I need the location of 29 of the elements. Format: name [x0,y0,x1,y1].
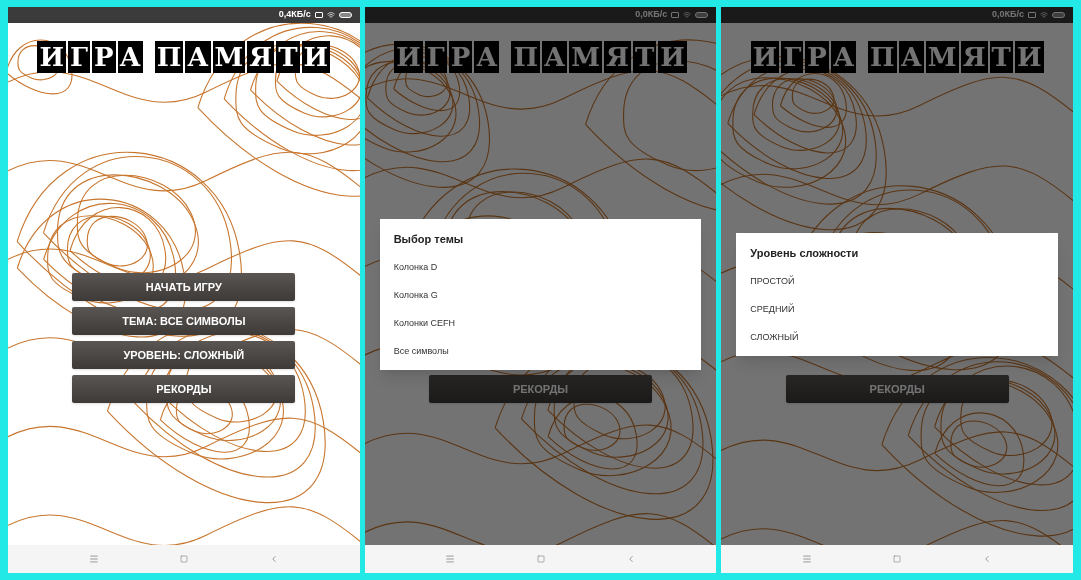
dialog-option[interactable]: Колонка G [393,281,688,310]
dialog-option[interactable]: Колонка D [393,253,688,282]
sim-icon [671,12,680,18]
wifi-icon [683,11,692,19]
sim-icon [1028,12,1036,18]
home-icon[interactable] [893,555,902,563]
network-speed: 0,4КБ/с [278,8,311,22]
dialog-option[interactable]: СРЕДНИЙ [750,295,1044,324]
home-icon[interactable] [179,555,188,563]
dialog-option[interactable]: СЛОЖНЫЙ [750,323,1044,352]
home-icon[interactable] [536,555,545,563]
sim-icon [314,12,323,18]
menu-button[interactable]: РЕКОРДЫ [72,375,296,403]
dialog-option[interactable]: Колонки CEFH [393,309,688,338]
menu-button[interactable]: ТЕМА: ВСЕ СИМВОЛЫ [72,307,296,335]
network-speed: 0,0КБ/с [635,8,668,22]
battery-icon [338,12,352,18]
dialog-title: Уровень сложности [750,246,860,261]
wifi-icon [1040,11,1048,19]
dialog-option[interactable]: ПРОСТОЙ [750,267,1044,296]
menu-icon[interactable] [801,554,812,564]
wifi-icon [326,11,335,19]
menu-icon[interactable] [445,554,456,564]
menu-button[interactable]: НАЧАТЬ ИГРУ [72,273,296,301]
menu-button[interactable]: УРОВЕНЬ: СЛОЖНЫЙ [72,341,296,369]
menu-icon[interactable] [88,554,99,564]
dialog-title: Выбор темы [393,232,465,247]
network-speed: 0,0КБ/с [992,8,1024,22]
dialog-option[interactable]: Все символы [393,337,688,366]
